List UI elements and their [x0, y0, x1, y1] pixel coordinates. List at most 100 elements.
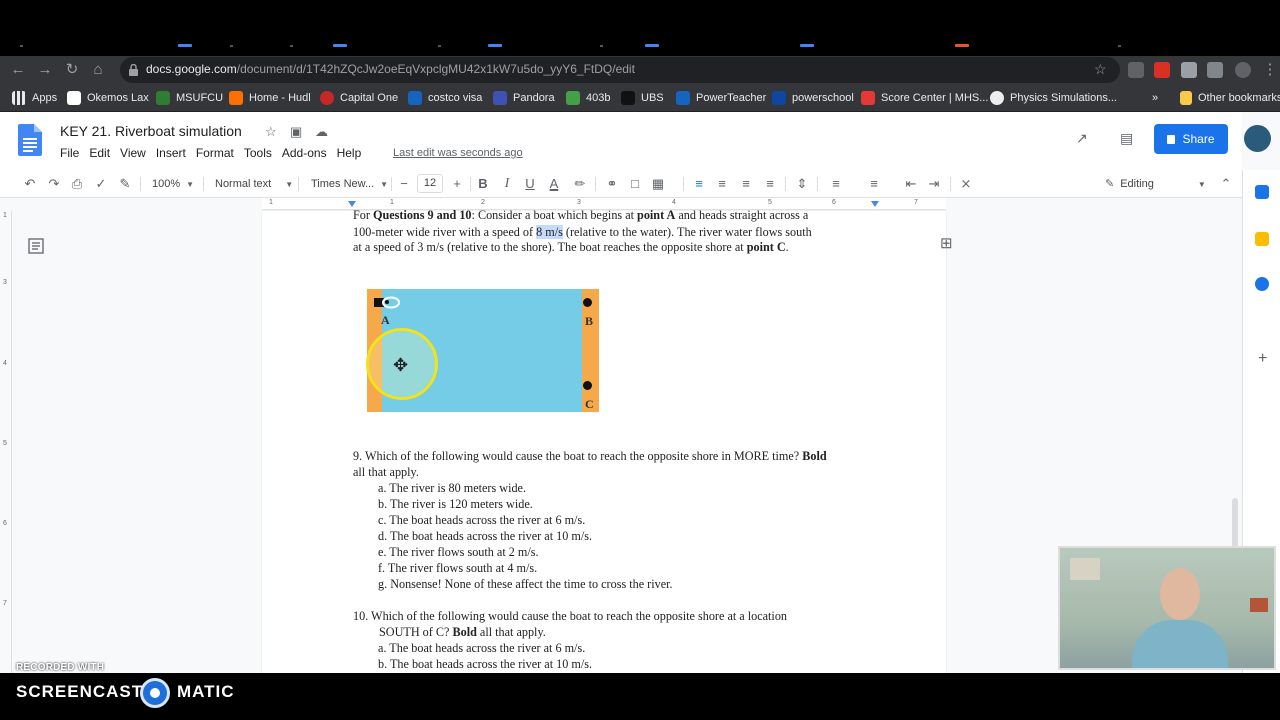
- q10-option[interactable]: b. The boat heads across the river at 10…: [378, 656, 592, 672]
- collapse-toolbar-icon[interactable]: ⌃: [1218, 176, 1234, 192]
- font-size-input[interactable]: 12: [417, 174, 443, 193]
- intro-line-2[interactable]: 100-meter wide river with a speed of 8 m…: [353, 224, 812, 240]
- bookmark-item[interactable]: costco visa: [408, 89, 482, 107]
- share-button[interactable]: Share: [1154, 124, 1228, 154]
- q10-option[interactable]: a. The boat heads across the river at 6 …: [378, 640, 585, 656]
- question-10-line-2[interactable]: SOUTH of C? Bold all that apply.: [379, 624, 546, 640]
- insert-link-icon[interactable]: ⚭: [604, 176, 620, 192]
- tab-favicon[interactable]: [645, 44, 659, 47]
- underline-button[interactable]: U: [522, 176, 538, 192]
- selected-text[interactable]: 8 m/s: [536, 225, 563, 239]
- insert-image-icon[interactable]: ▦: [650, 176, 666, 192]
- question-10-line-1[interactable]: 10. Which of the following would cause t…: [353, 608, 787, 624]
- text-color-button[interactable]: A: [546, 176, 562, 192]
- document-outline-icon[interactable]: [28, 238, 44, 254]
- comments-icon[interactable]: ▤: [1120, 130, 1133, 147]
- bookmark-item[interactable]: Capital One: [320, 89, 398, 107]
- calendar-icon[interactable]: [1255, 185, 1269, 199]
- undo-icon[interactable]: ↶: [22, 176, 38, 192]
- last-edit-link[interactable]: Last edit was seconds ago: [393, 147, 523, 159]
- bookmark-star-icon[interactable]: ☆: [1094, 61, 1107, 78]
- bookmark-item[interactable]: PowerTeacher: [676, 89, 766, 107]
- avatar[interactable]: [1244, 125, 1271, 152]
- paragraph-style-select[interactable]: Normal text ▼: [215, 176, 293, 192]
- star-icon[interactable]: ☆: [265, 124, 277, 140]
- align-right-icon[interactable]: ≡: [738, 176, 754, 192]
- editing-mode-select[interactable]: ✎ Editing ▼: [1105, 176, 1206, 192]
- italic-button[interactable]: I: [499, 176, 515, 192]
- menu-add-ons[interactable]: Add-ons: [282, 146, 327, 160]
- bookmark-item[interactable]: Physics Simulations...: [990, 89, 1117, 107]
- extensions-puzzle-icon[interactable]: [1181, 62, 1197, 78]
- omnibox[interactable]: docs.google.com/document/d/1T42hZQcJw2oe…: [120, 57, 1120, 83]
- tab-favicon[interactable]: [488, 44, 502, 47]
- cloud-status-icon[interactable]: ☁: [315, 124, 328, 140]
- reload-icon[interactable]: ↻: [62, 60, 82, 80]
- intro-line-3[interactable]: at a speed of 3 m/s (relative to the sho…: [353, 239, 789, 255]
- q9-option[interactable]: c. The boat heads across the river at 6 …: [378, 512, 585, 528]
- bold-button[interactable]: B: [475, 176, 491, 192]
- line-spacing-icon[interactable]: ⇕: [794, 176, 810, 192]
- font-family-select[interactable]: Times New... ▼: [311, 176, 388, 192]
- tab-favicon[interactable]: [955, 44, 969, 47]
- back-icon[interactable]: ←: [8, 60, 28, 80]
- home-icon[interactable]: ⌂: [88, 60, 108, 80]
- more-menu-icon[interactable]: ⋮: [1260, 60, 1280, 80]
- other-bookmarks-folder[interactable]: Other bookmarks: [1180, 89, 1280, 107]
- justify-icon[interactable]: ≡: [762, 176, 778, 192]
- redo-icon[interactable]: ↷: [46, 176, 62, 192]
- q9-option[interactable]: a. The river is 80 meters wide.: [378, 480, 526, 496]
- menu-format[interactable]: Format: [196, 146, 234, 160]
- decrease-indent-icon[interactable]: ⇤: [903, 176, 919, 192]
- document-title[interactable]: KEY 21. Riverboat simulation: [60, 123, 242, 139]
- bookmark-item[interactable]: Home - Hudl: [229, 89, 311, 107]
- document-page[interactable]: [262, 211, 946, 673]
- bookmark-item[interactable]: MSUFCU: [156, 89, 223, 107]
- q9-option[interactable]: e. The river flows south at 2 m/s.: [378, 544, 539, 560]
- align-center-icon[interactable]: ≡: [714, 176, 730, 192]
- bookmark-item[interactable]: UBS: [621, 89, 664, 107]
- reading-list-icon[interactable]: [1207, 62, 1223, 78]
- add-addon-icon[interactable]: +: [1258, 350, 1267, 368]
- clear-formatting-icon[interactable]: ⨯: [958, 176, 974, 192]
- menu-file[interactable]: File: [60, 146, 79, 160]
- add-comment-icon[interactable]: ⊞: [940, 236, 956, 252]
- increase-indent-icon[interactable]: ⇥: [926, 176, 942, 192]
- extension-icon[interactable]: [1154, 62, 1170, 78]
- bookmark-item[interactable]: Score Center | MHS...: [861, 89, 988, 107]
- q9-option[interactable]: g. Nonsense! None of these affect the ti…: [378, 576, 673, 592]
- intro-line-1[interactable]: For Questions 9 and 10: Consider a boat …: [353, 207, 808, 223]
- paint-format-icon[interactable]: ✎: [117, 176, 133, 192]
- extension-icon[interactable]: [1128, 62, 1144, 78]
- tab-favicon[interactable]: [178, 44, 192, 47]
- decrease-font-size-icon[interactable]: −: [396, 176, 412, 192]
- google-docs-logo-icon[interactable]: [18, 124, 42, 156]
- menu-view[interactable]: View: [120, 146, 146, 160]
- q9-option[interactable]: d. The boat heads across the river at 10…: [378, 528, 592, 544]
- bookmark-item[interactable]: powerschool: [772, 89, 854, 107]
- menu-tools[interactable]: Tools: [244, 146, 272, 160]
- bookmark-item[interactable]: Pandora: [493, 89, 555, 107]
- numbered-list-icon[interactable]: ≡: [828, 176, 844, 192]
- right-indent-marker[interactable]: [871, 201, 879, 207]
- increase-font-size-icon[interactable]: +: [449, 176, 465, 192]
- q9-option[interactable]: f. The river flows south at 4 m/s.: [378, 560, 537, 576]
- zoom-select[interactable]: 100% ▼: [152, 176, 194, 192]
- keep-icon[interactable]: [1255, 232, 1269, 246]
- forward-icon[interactable]: →: [35, 60, 55, 80]
- bookmark-item[interactable]: Okemos Lax: [67, 89, 149, 107]
- activity-trend-icon[interactable]: ↗: [1076, 130, 1088, 147]
- move-folder-icon[interactable]: ▣: [290, 124, 302, 140]
- bookmark-item[interactable]: 403b: [566, 89, 610, 107]
- bulleted-list-icon[interactable]: ≡: [866, 176, 882, 192]
- tasks-icon[interactable]: [1255, 277, 1269, 291]
- url-text[interactable]: docs.google.com/document/d/1T42hZQcJw2oe…: [146, 62, 635, 76]
- add-comment-icon[interactable]: □: [627, 176, 643, 192]
- question-9-line-2[interactable]: all that apply.: [353, 464, 419, 480]
- tab-favicon[interactable]: [800, 44, 814, 47]
- menu-help[interactable]: Help: [337, 146, 362, 160]
- menu-edit[interactable]: Edit: [89, 146, 110, 160]
- spellcheck-icon[interactable]: ✓: [93, 176, 109, 192]
- vertical-scrollbar[interactable]: [1232, 498, 1238, 548]
- print-icon[interactable]: ⎙: [69, 176, 85, 192]
